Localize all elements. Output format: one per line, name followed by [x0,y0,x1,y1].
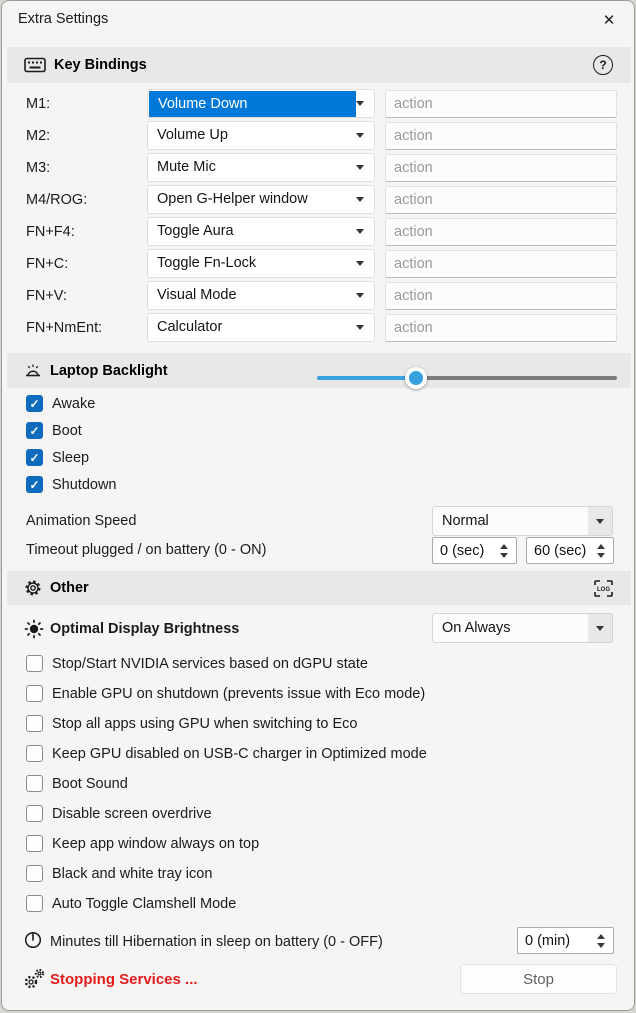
checkbox-unchecked-icon[interactable] [26,745,43,762]
hibernation-label: Minutes till Hibernation in sleep on bat… [50,927,383,957]
laptop-backlight-title: Laptop Backlight [50,363,168,379]
keybind-select-fnnment[interactable]: Calculator [147,313,375,342]
keybind-select-m3[interactable]: Mute Mic [147,153,375,182]
keybind-action-input-m2[interactable] [385,122,617,150]
checkbox-shutdown[interactable]: Shutdown [26,476,117,493]
timeout-battery-spinner[interactable]: 60 (sec) [526,537,614,564]
checkbox-unchecked-icon[interactable] [26,775,43,792]
laptop-backlight-header: Laptop Backlight [7,353,631,388]
help-icon[interactable]: ? [593,55,613,75]
keybind-action-input-fnnment[interactable] [385,314,617,342]
stop-button[interactable]: Stop [460,964,617,994]
key-bindings-header: Key Bindings ? [7,47,631,83]
keybind-action-input-m1[interactable] [385,90,617,118]
svg-text:LOG: LOG [597,587,610,593]
backlight-icon [24,363,42,378]
animation-speed-select[interactable]: Normal [432,506,613,536]
keybind-action-input-m3[interactable] [385,154,617,182]
hibernation-spinner[interactable]: 0 (min) [517,927,614,954]
keybind-action-input-fnf4[interactable] [385,218,617,246]
other-header: Other LOG [7,571,631,605]
spinner-arrows-icon[interactable] [592,544,610,558]
keybind-label: M3: [26,153,50,183]
checkbox-checked-icon[interactable] [26,422,43,439]
chevron-down-icon [356,133,364,138]
keyboard-icon [24,57,46,73]
checkbox-boot[interactable]: Boot [26,422,82,439]
spinner-arrows-icon[interactable] [495,544,513,558]
checkbox-unchecked-icon[interactable] [26,865,43,882]
brightness-select[interactable]: On Always [432,613,613,643]
key-bindings-title: Key Bindings [54,57,147,73]
keybind-label: FN+NmEnt: [26,313,102,343]
window-title: Extra Settings [18,11,108,27]
chevron-down-icon [356,197,364,202]
checkbox-unchecked-icon[interactable] [26,895,43,912]
backlight-slider-fill [317,376,416,380]
checkbox-screen-overdrive[interactable]: Disable screen overdrive [26,805,212,822]
checkbox-checked-icon[interactable] [26,476,43,493]
checkbox-unchecked-icon[interactable] [26,655,43,672]
timeout-plugged-spinner[interactable]: 0 (sec) [432,537,517,564]
keybind-label: M4/ROG: [26,185,87,215]
checkbox-checked-icon[interactable] [26,449,43,466]
chevron-down-icon [356,165,364,170]
brightness-label: Optimal Display Brightness [50,614,239,644]
spinner-arrows-icon[interactable] [592,934,610,948]
keybind-select-m2[interactable]: Volume Up [147,121,375,150]
chevron-down-icon [588,614,612,642]
other-title: Other [50,580,89,596]
checkbox-unchecked-icon[interactable] [26,715,43,732]
keybind-label: M2: [26,121,50,151]
hibernation-power-icon [24,931,42,949]
chevron-down-icon [356,261,364,266]
checkbox-checked-icon[interactable] [26,395,43,412]
checkbox-unchecked-icon[interactable] [26,835,43,852]
keybind-action-input-fnc[interactable] [385,250,617,278]
keybind-select-fnf4[interactable]: Toggle Aura [147,217,375,246]
keybind-label: FN+V: [26,281,67,311]
checkbox-bw-tray-icon[interactable]: Black and white tray icon [26,865,212,882]
checkbox-awake[interactable]: Awake [26,395,95,412]
keybind-select-m4rog[interactable]: Open G-Helper window [147,185,375,214]
chevron-down-icon [356,293,364,298]
titlebar: Extra Settings ✕ [2,1,634,43]
timeout-label: Timeout plugged / on battery (0 - ON) [26,537,266,564]
close-icon[interactable]: ✕ [596,9,622,33]
checkbox-sleep[interactable]: Sleep [26,449,89,466]
extra-settings-window: Extra Settings ✕ Key Bindings ? M1: Volu… [1,0,635,1011]
checkbox-boot-sound[interactable]: Boot Sound [26,775,128,792]
checkbox-gpu-usbc[interactable]: Keep GPU disabled on USB-C charger in Op… [26,745,427,762]
checkbox-stop-gpu-apps[interactable]: Stop all apps using GPU when switching t… [26,715,357,732]
status-text: Stopping Services ... [50,971,198,988]
keybind-label: FN+C: [26,249,68,279]
keybind-select-m1[interactable]: Volume Down [147,89,375,118]
checkbox-always-on-top[interactable]: Keep app window always on top [26,835,259,852]
keybind-action-input-m4rog[interactable] [385,186,617,214]
keybind-action-input-fnv[interactable] [385,282,617,310]
backlight-slider[interactable] [317,367,617,389]
checkbox-clamshell-mode[interactable]: Auto Toggle Clamshell Mode [26,895,236,912]
chevron-down-icon [356,325,364,330]
checkbox-unchecked-icon[interactable] [26,685,43,702]
log-icon[interactable]: LOG [594,580,613,597]
checkbox-nvidia-services[interactable]: Stop/Start NVIDIA services based on dGPU… [26,655,368,672]
chevron-down-icon [356,229,364,234]
checkbox-gpu-shutdown[interactable]: Enable GPU on shutdown (prevents issue w… [26,685,425,702]
keybind-label: M1: [26,89,50,119]
keybind-select-fnc[interactable]: Toggle Fn-Lock [147,249,375,278]
checkbox-unchecked-icon[interactable] [26,805,43,822]
brightness-sun-icon [24,619,44,639]
keybind-select-fnv[interactable]: Visual Mode [147,281,375,310]
keybind-label: FN+F4: [26,217,75,247]
backlight-slider-thumb[interactable] [405,367,427,389]
chevron-down-icon [588,507,612,535]
chevron-down-icon [356,101,364,106]
gears-icon [22,967,46,991]
gear-icon [24,579,42,597]
animation-speed-label: Animation Speed [26,506,136,536]
